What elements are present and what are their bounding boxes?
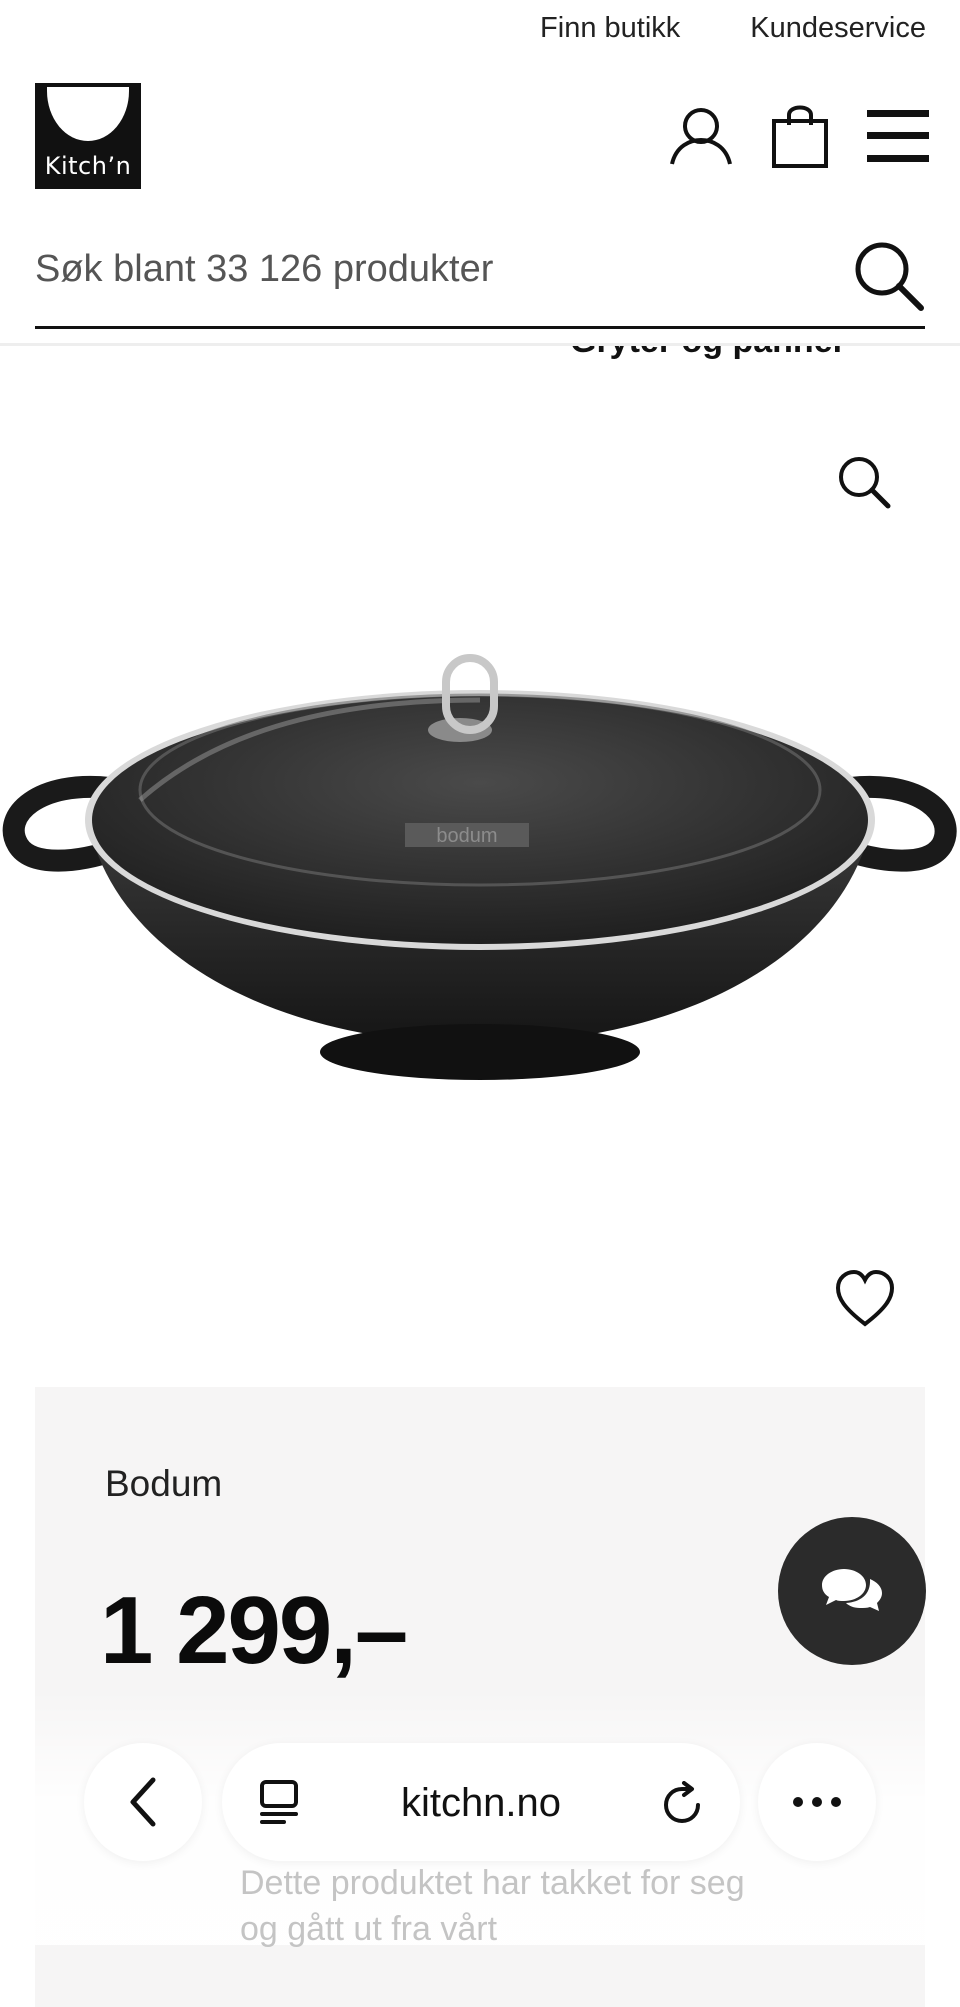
product-image[interactable]: bodum [0, 640, 960, 1100]
more-dots-icon [793, 1797, 841, 1807]
top-links: Finn butikk Kundeservice [540, 12, 926, 45]
kitchn-logo[interactable]: Kitch’n [35, 83, 141, 189]
zoom-icon[interactable] [830, 448, 900, 518]
chat-button[interactable] [778, 1517, 926, 1665]
address-bar[interactable]: kitchn.no [222, 1743, 740, 1861]
shopping-bag-icon[interactable] [764, 100, 836, 172]
user-icon[interactable] [665, 100, 737, 172]
hamburger-menu-icon[interactable] [862, 100, 934, 172]
chat-icon [822, 1569, 882, 1611]
product-price: 1 299,– [100, 1577, 408, 1684]
search-icon[interactable] [849, 236, 929, 316]
lid-brand-mark: bodum [436, 825, 497, 847]
discontinued-notice: Dette produktet har takket for seg og gå… [240, 1864, 745, 1948]
back-button[interactable] [84, 1743, 202, 1861]
product-brand[interactable]: Bodum [105, 1463, 222, 1505]
reload-icon[interactable] [660, 1781, 706, 1832]
logo-text: Kitch’n [44, 152, 132, 180]
breadcrumb: Gryter og panner [0, 346, 960, 362]
chevron-left-icon [130, 1777, 156, 1827]
logo-bowl-shape [47, 87, 129, 141]
heart-icon[interactable] [830, 1264, 900, 1334]
customer-service-link[interactable]: Kundeservice [750, 12, 926, 45]
find-store-link[interactable]: Finn butikk [540, 12, 680, 45]
breadcrumb-current[interactable]: Gryter og panner [570, 346, 846, 361]
search-placeholder: Søk blant 33 126 produkter [35, 248, 494, 290]
more-options-button[interactable] [758, 1743, 876, 1861]
search-input[interactable]: Søk blant 33 126 produkter [35, 230, 925, 329]
